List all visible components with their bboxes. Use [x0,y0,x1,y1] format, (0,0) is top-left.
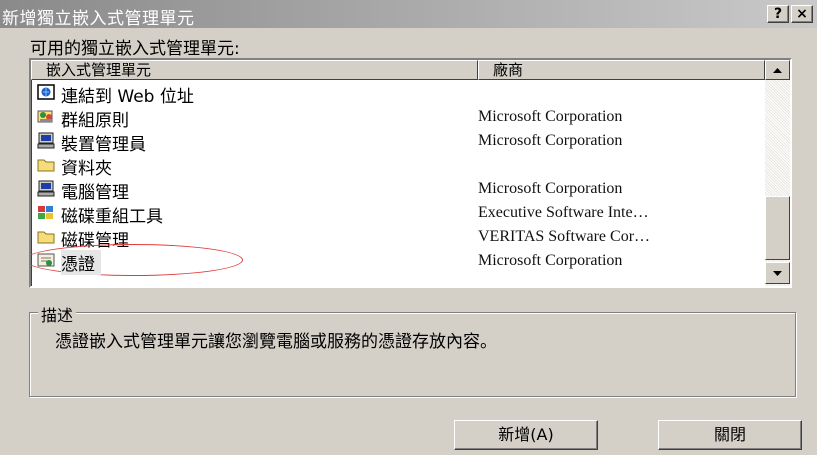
snapin-vendor: VERITAS Software Cor… [478,228,651,245]
close-button[interactable]: 關閉 [658,420,802,450]
snapin-name: 磁碟重組工具 [61,207,163,227]
scroll-up-arrow-icon [773,68,782,73]
available-snapins-label: 可用的獨立嵌入式管理單元: [30,39,240,59]
column-header-vendor[interactable]: 廠商 [478,60,765,80]
snapin-name: 連結到 Web 位址 [61,87,194,107]
computer-icon [37,132,55,149]
list-item[interactable]: 電腦管理 Microsoft Corporation [31,177,765,203]
snapin-vendor: Executive Software Inte… [478,204,649,221]
snapin-name: 資料夾 [61,159,112,179]
description-group: 描述 憑證嵌入式管理單元讓您瀏覽電腦或服務的憑證存放內容。 [29,302,796,397]
list-item[interactable]: 裝置管理員 Microsoft Corporation [31,129,765,155]
list-item[interactable]: 磁碟重組工具 Executive Software Inte… [31,201,765,227]
snapin-vendor: Microsoft Corporation [478,108,623,125]
scroll-down-arrow-icon [773,271,782,276]
certificate-icon [37,253,55,267]
title-bar: 新增獨立嵌入式管理單元 ? × [0,0,817,29]
computer-icon [37,180,55,197]
list-item[interactable]: 連結到 Web 位址 [31,81,765,107]
description-text: 憑證嵌入式管理單元讓您瀏覽電腦或服務的憑證存放內容。 [55,332,497,352]
snapin-vendor: Microsoft Corporation [478,132,623,149]
defrag-icon [38,206,53,219]
folder-icon [37,231,55,244]
snapin-name: 憑證 [61,250,101,275]
snapin-name: 電腦管理 [61,183,129,203]
list-item[interactable]: 資料夾 [31,153,765,179]
scroll-down-button[interactable] [765,262,790,284]
window-title: 新增獨立嵌入式管理單元 [2,9,195,29]
vertical-scrollbar[interactable] [765,80,790,286]
add-button[interactable]: 新增(A) [454,420,598,450]
web-link-icon [37,84,55,100]
list-item[interactable]: 群組原則 Microsoft Corporation [31,105,765,131]
sort-column-button[interactable] [765,60,790,80]
column-header-snapin[interactable]: 嵌入式管理單元 [31,60,478,80]
snapin-vendor: Microsoft Corporation [478,180,623,197]
group-policy-icon [37,110,53,123]
list-item-selected[interactable]: 憑證 Microsoft Corporation [31,244,765,276]
snapin-list[interactable]: 嵌入式管理單元 廠商 連結到 Web 位址 群組原則 Microsoft Cor… [29,58,792,288]
scrollbar-thumb[interactable] [765,196,790,260]
snapin-name: 群組原則 [61,111,129,131]
snapin-vendor: Microsoft Corporation [478,252,623,269]
description-title: 描述 [38,302,77,326]
folder-icon [37,159,55,172]
snapin-name: 裝置管理員 [61,135,146,155]
close-window-button[interactable]: × [791,5,813,23]
help-button[interactable]: ? [767,5,789,23]
